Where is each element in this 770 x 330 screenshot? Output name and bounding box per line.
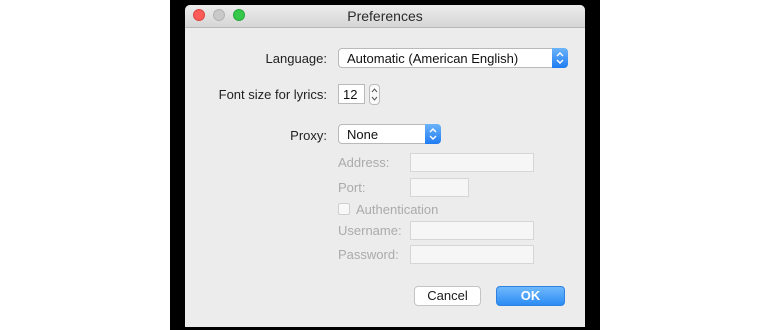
port-field[interactable] — [410, 178, 469, 197]
authentication-label: Authentication — [356, 202, 439, 217]
address-field[interactable] — [410, 153, 534, 172]
font-size-stepper[interactable] — [369, 84, 380, 105]
popup-arrows-icon — [552, 48, 568, 68]
title-bar[interactable]: Preferences — [185, 5, 585, 28]
proxy-label: Proxy: — [290, 128, 327, 143]
font-size-field[interactable]: 12 — [338, 84, 365, 104]
language-value: Automatic (American English) — [347, 51, 519, 66]
authentication-checkbox[interactable] — [338, 203, 350, 215]
proxy-value: None — [347, 127, 379, 142]
language-label: Language: — [265, 51, 327, 66]
port-label: Port: — [338, 180, 366, 195]
password-label: Password: — [338, 247, 399, 262]
password-field[interactable] — [410, 245, 534, 264]
ok-button[interactable]: OK — [496, 286, 565, 306]
address-label: Address: — [338, 155, 390, 170]
username-label: Username: — [338, 223, 402, 238]
language-popup[interactable]: Automatic (American English) — [338, 48, 568, 68]
stepper-arrows-icon — [371, 88, 378, 101]
cancel-button[interactable]: Cancel — [414, 286, 481, 306]
proxy-popup[interactable]: None — [338, 124, 441, 144]
font-size-label: Font size for lyrics: — [218, 87, 327, 102]
username-field[interactable] — [410, 221, 534, 240]
window-title: Preferences — [347, 8, 423, 24]
preferences-window: Preferences Language: Automatic (America… — [185, 5, 585, 327]
popup-arrows-icon — [425, 124, 441, 144]
